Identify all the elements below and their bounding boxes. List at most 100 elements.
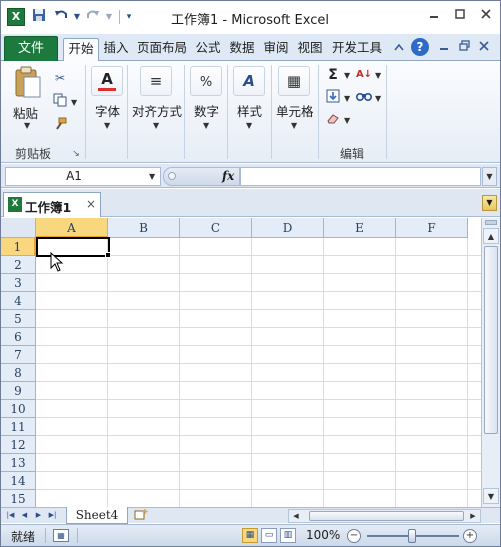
maximize-icon[interactable]: [450, 7, 470, 25]
prev-sheet-icon[interactable]: ◀: [19, 509, 30, 522]
workbook-tab[interactable]: X 工作簿1 ×: [3, 192, 101, 217]
row-header-15[interactable]: 15: [1, 490, 36, 507]
collapse-ribbon-icon[interactable]: [390, 39, 408, 57]
insert-function-button[interactable]: fx: [222, 167, 234, 186]
scroll-down-icon[interactable]: ▼: [483, 488, 499, 504]
column-header-a[interactable]: A: [36, 218, 108, 238]
copy-dropdown-icon[interactable]: ▼: [71, 98, 77, 107]
horizontal-scroll-thumb[interactable]: [309, 511, 464, 521]
row-header-1[interactable]: 1: [1, 238, 36, 256]
paste-button[interactable]: 粘贴: [13, 103, 38, 122]
first-sheet-icon[interactable]: |◀: [5, 509, 16, 522]
zoom-slider-thumb[interactable]: [408, 529, 416, 543]
tab-formulas[interactable]: 公式: [193, 38, 223, 62]
last-sheet-icon[interactable]: ▶|: [47, 509, 58, 522]
workbook-restore-icon[interactable]: [455, 39, 473, 57]
font-icon[interactable]: A: [91, 66, 123, 96]
autosum-icon[interactable]: Σ: [324, 66, 342, 84]
normal-view-icon[interactable]: ▦: [242, 528, 258, 543]
minimize-icon[interactable]: [424, 7, 444, 25]
format-painter-icon[interactable]: [51, 117, 69, 135]
clear-icon[interactable]: [324, 111, 342, 129]
fill-icon[interactable]: [324, 89, 342, 107]
insert-sheet-icon[interactable]: [132, 509, 150, 522]
zoom-in-icon[interactable]: +: [463, 529, 477, 543]
spreadsheet-grid[interactable]: ABCDEF 1 2 3 4 5 6 7 8 9 10 11 12 13 14 15: [1, 218, 481, 507]
column-header-e[interactable]: E: [324, 218, 396, 238]
font-dropdown-icon[interactable]: ▼: [104, 121, 110, 130]
name-box-dropdown-icon[interactable]: ▼: [149, 167, 161, 186]
horizontal-split-handle[interactable]: [485, 220, 497, 225]
undo-icon[interactable]: [53, 8, 69, 26]
row-header-8[interactable]: 8: [1, 364, 36, 382]
row-header-2[interactable]: 2: [1, 256, 36, 274]
redo-dropdown-icon[interactable]: ▼: [101, 8, 117, 26]
formula-input[interactable]: [240, 167, 481, 186]
cut-icon[interactable]: ✂: [51, 69, 69, 87]
select-all-corner[interactable]: [1, 218, 36, 238]
save-icon[interactable]: [31, 8, 47, 26]
font-button[interactable]: 字体: [95, 101, 120, 120]
macro-record-icon[interactable]: ▦: [53, 529, 69, 542]
scroll-left-icon[interactable]: ◀: [290, 510, 302, 522]
column-header-d[interactable]: D: [252, 218, 324, 238]
fill-dropdown-icon[interactable]: ▼: [344, 94, 350, 103]
page-break-view-icon[interactable]: ▥: [280, 528, 296, 543]
clear-dropdown-icon[interactable]: ▼: [344, 116, 350, 125]
row-header-10[interactable]: 10: [1, 400, 36, 418]
tab-file[interactable]: 文件: [4, 36, 58, 61]
clipboard-launcher-icon[interactable]: ↘: [67, 145, 85, 163]
workbook-minimize-icon[interactable]: [435, 39, 453, 57]
row-header-13[interactable]: 13: [1, 454, 36, 472]
active-cell-a1[interactable]: [36, 237, 110, 257]
tab-review[interactable]: 审阅: [261, 38, 291, 62]
row-header-4[interactable]: 4: [1, 292, 36, 310]
row-header-14[interactable]: 14: [1, 472, 36, 490]
horizontal-scrollbar[interactable]: ◀ ▶: [288, 509, 481, 523]
row-header-9[interactable]: 9: [1, 382, 36, 400]
vertical-scrollbar[interactable]: ▲ ▼: [481, 218, 500, 507]
name-box[interactable]: A1: [5, 167, 161, 186]
column-header-b[interactable]: B: [108, 218, 180, 238]
styles-dropdown-icon[interactable]: ▼: [246, 121, 252, 130]
paste-dropdown-icon[interactable]: ▼: [24, 121, 30, 130]
column-header-f[interactable]: F: [396, 218, 468, 238]
row-header-3[interactable]: 3: [1, 274, 36, 292]
page-layout-view-icon[interactable]: ▭: [261, 528, 277, 543]
styles-button[interactable]: 样式: [237, 101, 262, 120]
tab-data[interactable]: 数据: [227, 38, 257, 62]
number-button[interactable]: 数字: [194, 101, 219, 120]
cells-icon[interactable]: ▦: [278, 66, 310, 96]
sort-filter-icon[interactable]: A↓: [355, 66, 373, 84]
workbook-list-dropdown-icon[interactable]: ▼: [482, 195, 497, 211]
number-dropdown-icon[interactable]: ▼: [203, 121, 209, 130]
excel-app-icon[interactable]: X: [7, 8, 25, 26]
tab-page-layout[interactable]: 页面布局: [135, 38, 189, 62]
scroll-right-icon[interactable]: ▶: [467, 510, 479, 522]
sheet-tab-sheet4[interactable]: Sheet4: [66, 507, 128, 524]
find-dropdown-icon[interactable]: ▼: [375, 94, 381, 103]
alignment-icon[interactable]: ≡: [140, 66, 172, 96]
customize-qat-icon[interactable]: ▾: [121, 8, 137, 26]
next-sheet-icon[interactable]: ▶: [33, 509, 44, 522]
tab-view[interactable]: 视图: [295, 38, 325, 62]
redo-icon[interactable]: [85, 8, 101, 26]
column-header-c[interactable]: C: [180, 218, 252, 238]
fill-handle[interactable]: [105, 252, 111, 258]
styles-icon[interactable]: A: [233, 66, 265, 96]
row-header-5[interactable]: 5: [1, 310, 36, 328]
formula-expand-handle-icon[interactable]: [168, 172, 176, 180]
row-header-7[interactable]: 7: [1, 346, 36, 364]
alignment-button[interactable]: 对齐方式: [132, 101, 182, 120]
find-select-icon[interactable]: [355, 89, 373, 107]
scroll-up-icon[interactable]: ▲: [483, 228, 499, 244]
expand-formula-bar-icon[interactable]: ▼: [482, 167, 497, 186]
cells-button[interactable]: 单元格: [276, 101, 314, 120]
zoom-out-icon[interactable]: −: [347, 529, 361, 543]
workbook-close-icon[interactable]: [475, 39, 493, 57]
zoom-level[interactable]: 100%: [306, 528, 340, 542]
workbook-tab-close-icon[interactable]: ×: [86, 197, 96, 211]
vertical-scroll-thumb[interactable]: [484, 246, 498, 434]
close-icon[interactable]: [476, 7, 496, 25]
sort-filter-dropdown-icon[interactable]: ▼: [375, 71, 381, 80]
